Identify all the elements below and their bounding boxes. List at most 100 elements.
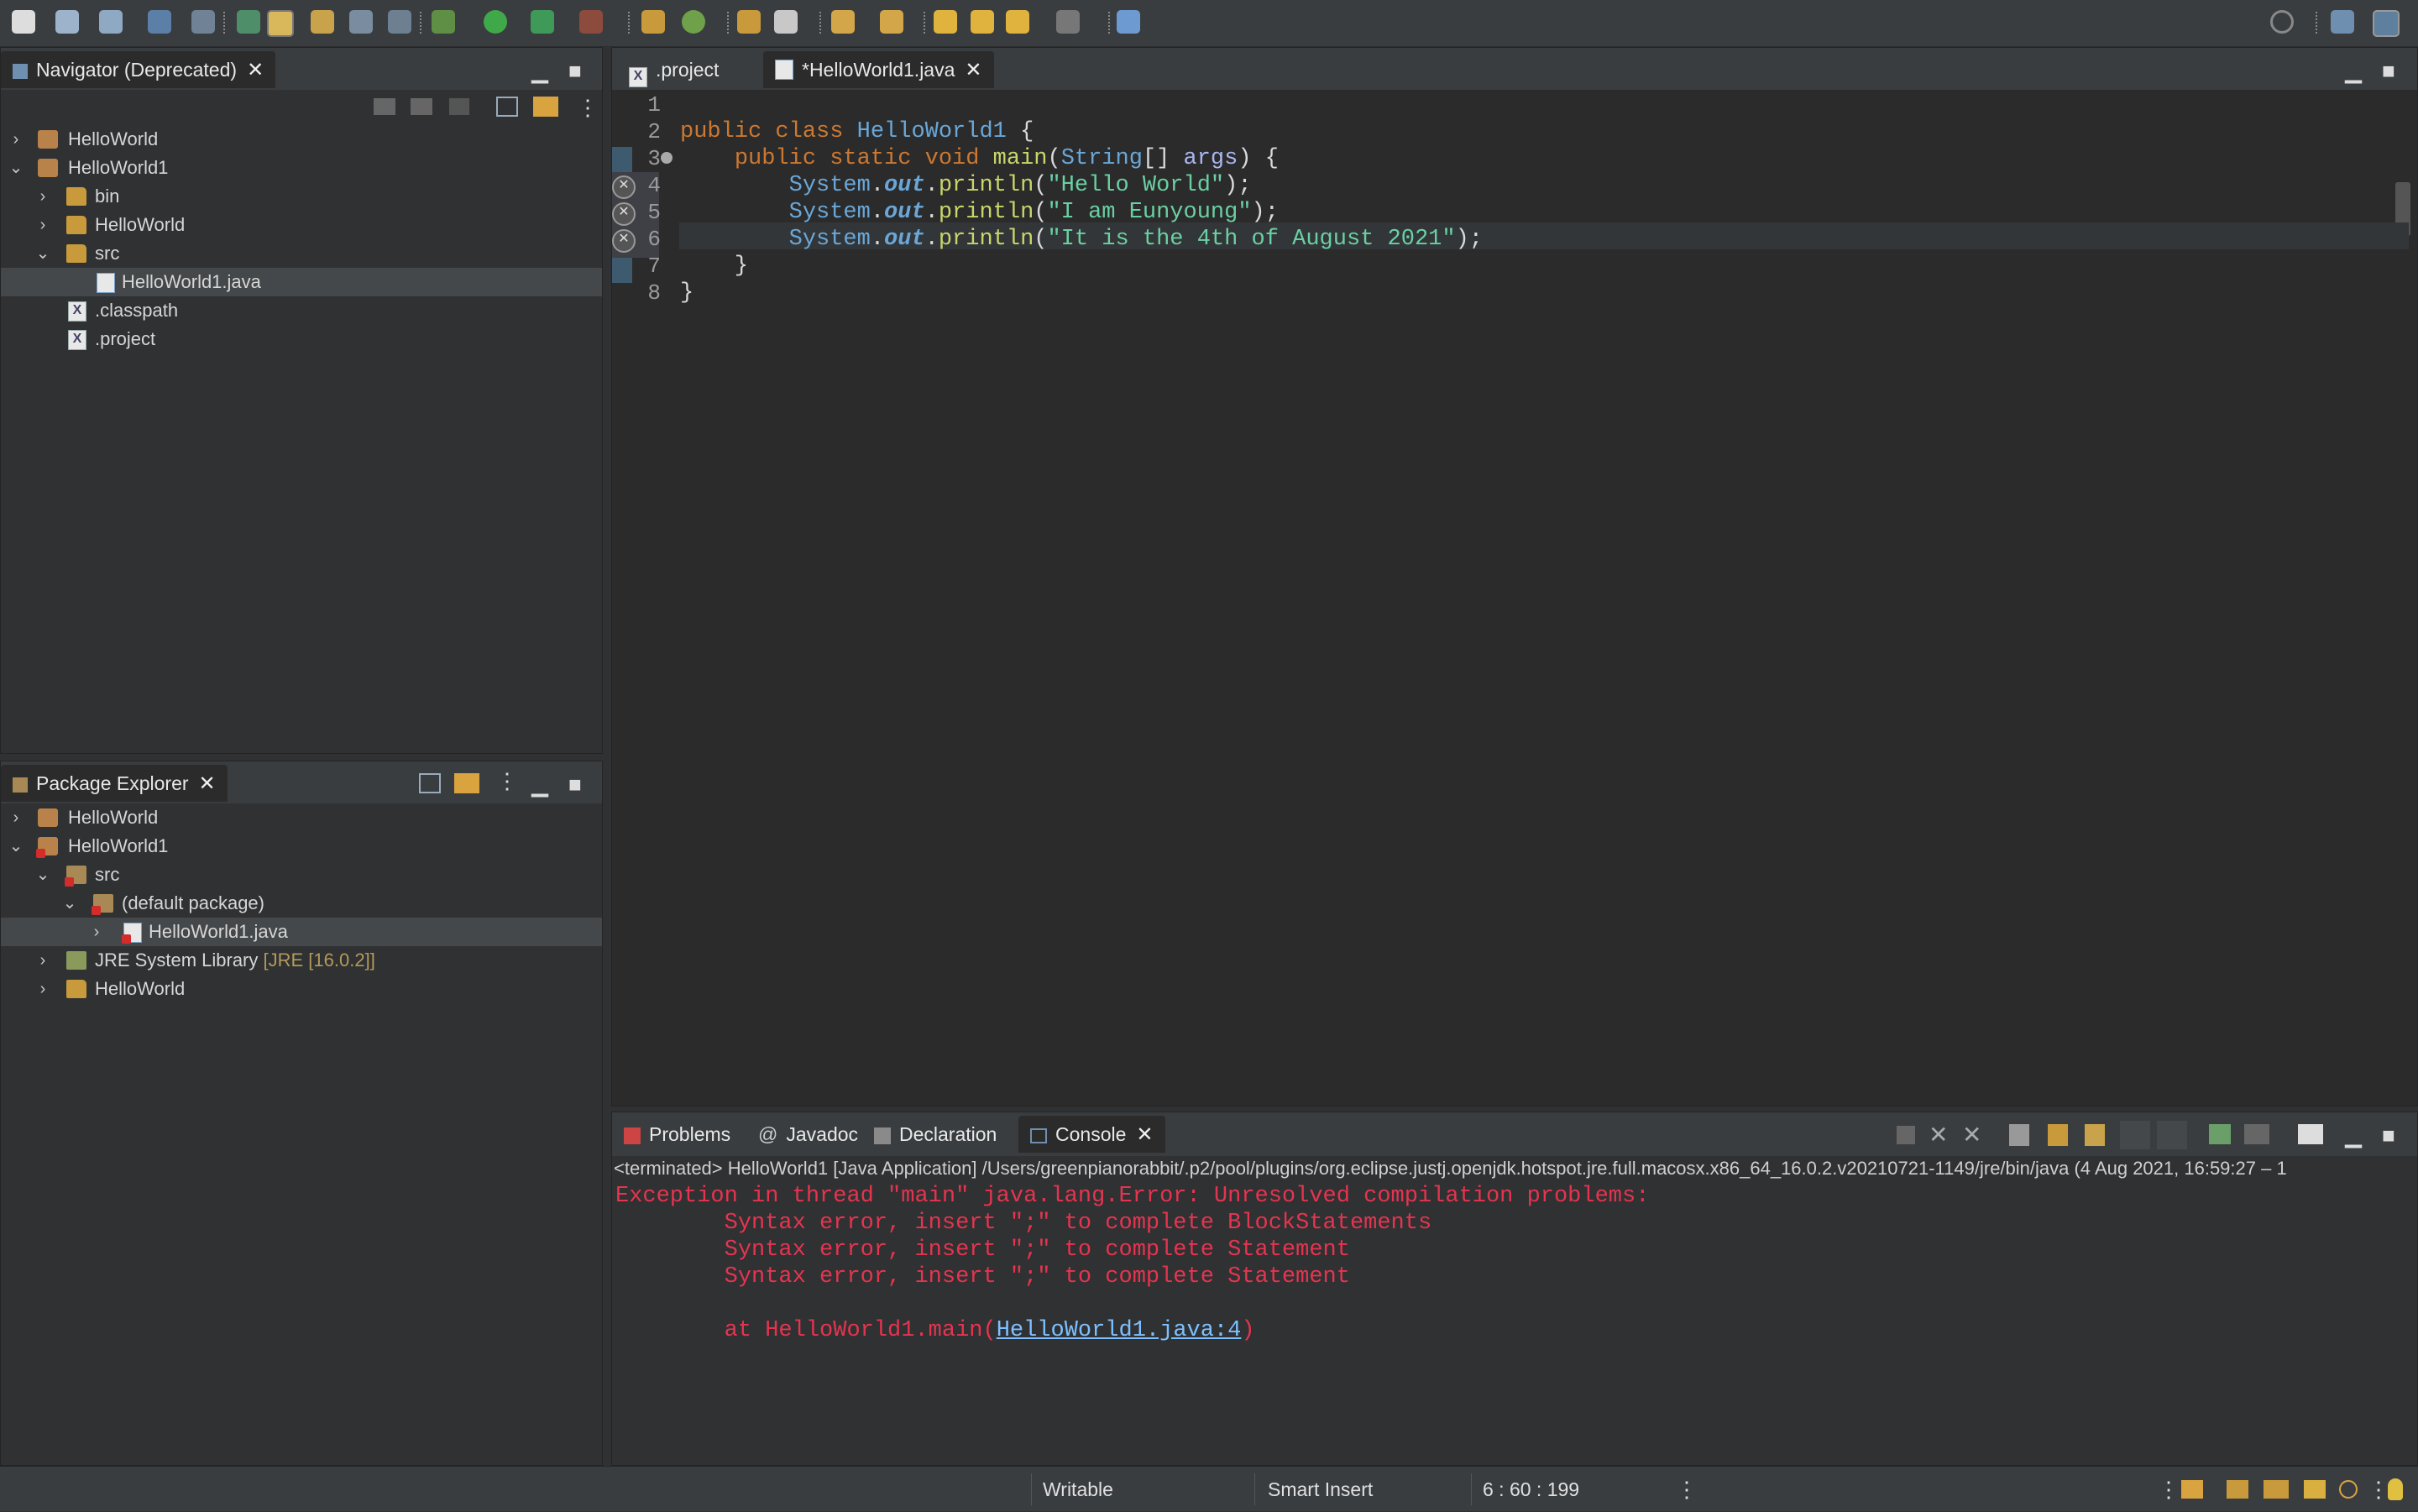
tab-problems[interactable]: Problems — [612, 1116, 742, 1153]
book-icon[interactable] — [2227, 1480, 2248, 1499]
next-annotation-icon[interactable] — [831, 10, 855, 34]
view-menu-icon[interactable]: ⋮ — [496, 768, 518, 794]
remove-all-terminated-icon[interactable]: ✕ — [1962, 1121, 1981, 1148]
chevron-right-icon[interactable]: › — [8, 125, 24, 154]
tree-item[interactable]: › HelloWorld1.java — [1, 918, 602, 946]
word-wrap-icon[interactable] — [311, 10, 334, 34]
run-icon[interactable] — [484, 10, 507, 34]
tree-item[interactable]: › HelloWorld — [1, 211, 602, 239]
magic-wand-icon[interactable] — [2304, 1480, 2326, 1499]
show-on-stderr-icon[interactable] — [2157, 1121, 2187, 1149]
close-icon[interactable]: ✕ — [199, 772, 216, 795]
tree-item[interactable]: X .classpath — [1, 296, 602, 325]
tree-item[interactable]: ⌄ src — [1, 861, 602, 889]
search-icon[interactable] — [2270, 10, 2294, 34]
help-icon[interactable] — [2339, 1480, 2358, 1499]
link-with-editor-icon[interactable] — [454, 773, 479, 793]
code-line[interactable]: public static void main(String[] args) { — [680, 145, 1279, 172]
code-line[interactable]: System.out.println("It is the 4th of Aug… — [680, 226, 1483, 253]
more-icon[interactable]: ⋮ — [2368, 1467, 2389, 1512]
back-icon[interactable] — [374, 98, 395, 115]
tab-project-file[interactable]: X .project — [617, 51, 730, 88]
minimize-icon[interactable]: ▁ — [2345, 58, 2362, 84]
coverage-icon[interactable] — [531, 10, 554, 34]
chevron-down-icon[interactable]: ⌄ — [8, 154, 24, 182]
save-all-icon[interactable] — [99, 10, 123, 34]
maximize-icon[interactable]: ■ — [568, 772, 582, 798]
close-icon[interactable]: ✕ — [965, 59, 981, 81]
search-tool-icon[interactable] — [774, 10, 798, 34]
forward-icon[interactable] — [1056, 10, 1080, 34]
mark-occurrences-icon[interactable] — [267, 10, 294, 37]
clear-console-icon[interactable] — [2009, 1124, 2029, 1146]
tree-item[interactable]: ⌄ HelloWorld1 — [1, 154, 602, 182]
maximize-icon[interactable]: ■ — [568, 58, 582, 84]
chevron-right-icon[interactable]: › — [34, 182, 51, 211]
code-line[interactable]: } — [680, 280, 693, 306]
chevron-down-icon[interactable]: ⌄ — [8, 832, 24, 861]
tree-item[interactable]: HelloWorld1.java — [1, 268, 602, 296]
tip-lightbulb-icon[interactable] — [2388, 1478, 2403, 1500]
link-with-editor-icon[interactable] — [533, 97, 558, 117]
code-line[interactable]: System.out.println("Hello World"); — [680, 172, 1252, 199]
new-class-icon[interactable] — [682, 10, 705, 34]
collapse-all-icon[interactable] — [419, 773, 441, 793]
up-icon[interactable] — [449, 98, 469, 115]
chevron-down-icon[interactable]: ⌄ — [34, 239, 51, 268]
tree-item[interactable]: ⌄ (default package) — [1, 889, 602, 918]
tree-item[interactable]: › HelloWorld — [1, 975, 602, 1003]
tutorial-icon[interactable] — [2264, 1480, 2289, 1499]
fold-icon[interactable] — [661, 152, 673, 164]
code-line[interactable]: System.out.println("I am Eunyoung"); — [680, 199, 1279, 226]
collapse-all-icon[interactable] — [496, 97, 518, 117]
tab-declaration[interactable]: Declaration — [862, 1116, 1008, 1153]
close-icon[interactable]: ✕ — [247, 59, 264, 81]
chevron-right-icon[interactable]: › — [88, 918, 105, 946]
java-perspective-icon[interactable] — [2373, 10, 2400, 37]
debug-icon[interactable] — [432, 10, 455, 34]
close-icon[interactable]: ✕ — [1136, 1123, 1153, 1146]
external-tools-icon[interactable] — [579, 10, 603, 34]
status-insert-mode[interactable]: Smart Insert — [1268, 1467, 1373, 1512]
tab-javadoc[interactable]: @ Javadoc — [746, 1116, 870, 1153]
chevron-down-icon[interactable]: ⌄ — [34, 861, 51, 889]
skip-breakpoints-icon[interactable] — [191, 10, 215, 34]
minimize-icon[interactable]: ▁ — [531, 772, 548, 798]
forward-icon[interactable] — [411, 98, 432, 115]
tree-item[interactable]: › bin — [1, 182, 602, 211]
chevron-right-icon[interactable]: › — [8, 803, 24, 832]
error-marker-icon[interactable]: ✕ — [612, 175, 636, 199]
back-icon[interactable] — [1006, 10, 1029, 34]
error-marker-icon[interactable]: ✕ — [612, 202, 636, 226]
word-wrap-icon[interactable] — [2085, 1124, 2105, 1146]
whitespace-icon[interactable] — [388, 10, 411, 34]
trim-menu-icon[interactable]: ⋮ — [2158, 1467, 2180, 1512]
tab-navigator[interactable]: Navigator (Deprecated) ✕ — [1, 51, 276, 88]
show-on-stdout-icon[interactable] — [2120, 1121, 2150, 1149]
tree-item[interactable]: › JRE System Library [JRE [16.0.2]] — [1, 946, 602, 975]
maximize-icon[interactable]: ■ — [2382, 1122, 2395, 1148]
java-icon[interactable] — [237, 10, 260, 34]
terminate-icon[interactable] — [1897, 1126, 1915, 1144]
tab-helloworld1-java[interactable]: *HelloWorld1.java ✕ — [763, 51, 994, 88]
code-line[interactable]: } — [680, 253, 748, 280]
status-cursor-position[interactable]: 6 : 60 : 199 — [1483, 1467, 1579, 1512]
remove-launch-icon[interactable]: ✕ — [1929, 1121, 1948, 1148]
undo-icon[interactable] — [2181, 1480, 2203, 1499]
open-type-icon[interactable] — [737, 10, 761, 34]
tree-item[interactable]: › HelloWorld — [1, 125, 602, 154]
chevron-right-icon[interactable]: › — [34, 975, 51, 1003]
block-selection-icon[interactable] — [349, 10, 373, 34]
console-icon[interactable] — [148, 10, 171, 34]
scroll-lock-icon[interactable] — [2048, 1124, 2068, 1146]
new-icon[interactable] — [12, 10, 35, 34]
pin-editor-icon[interactable] — [1117, 10, 1140, 34]
chevron-right-icon[interactable]: › — [34, 946, 51, 975]
tree-item[interactable]: X .project — [1, 325, 602, 353]
forward-edit-icon[interactable] — [971, 10, 994, 34]
chevron-down-icon[interactable]: ⌄ — [61, 889, 78, 918]
new-java-project-icon[interactable] — [641, 10, 665, 34]
display-console-icon[interactable] — [2244, 1124, 2269, 1144]
tab-package-explorer[interactable]: Package Explorer ✕ — [1, 765, 228, 802]
pin-console-icon[interactable] — [2209, 1124, 2231, 1144]
